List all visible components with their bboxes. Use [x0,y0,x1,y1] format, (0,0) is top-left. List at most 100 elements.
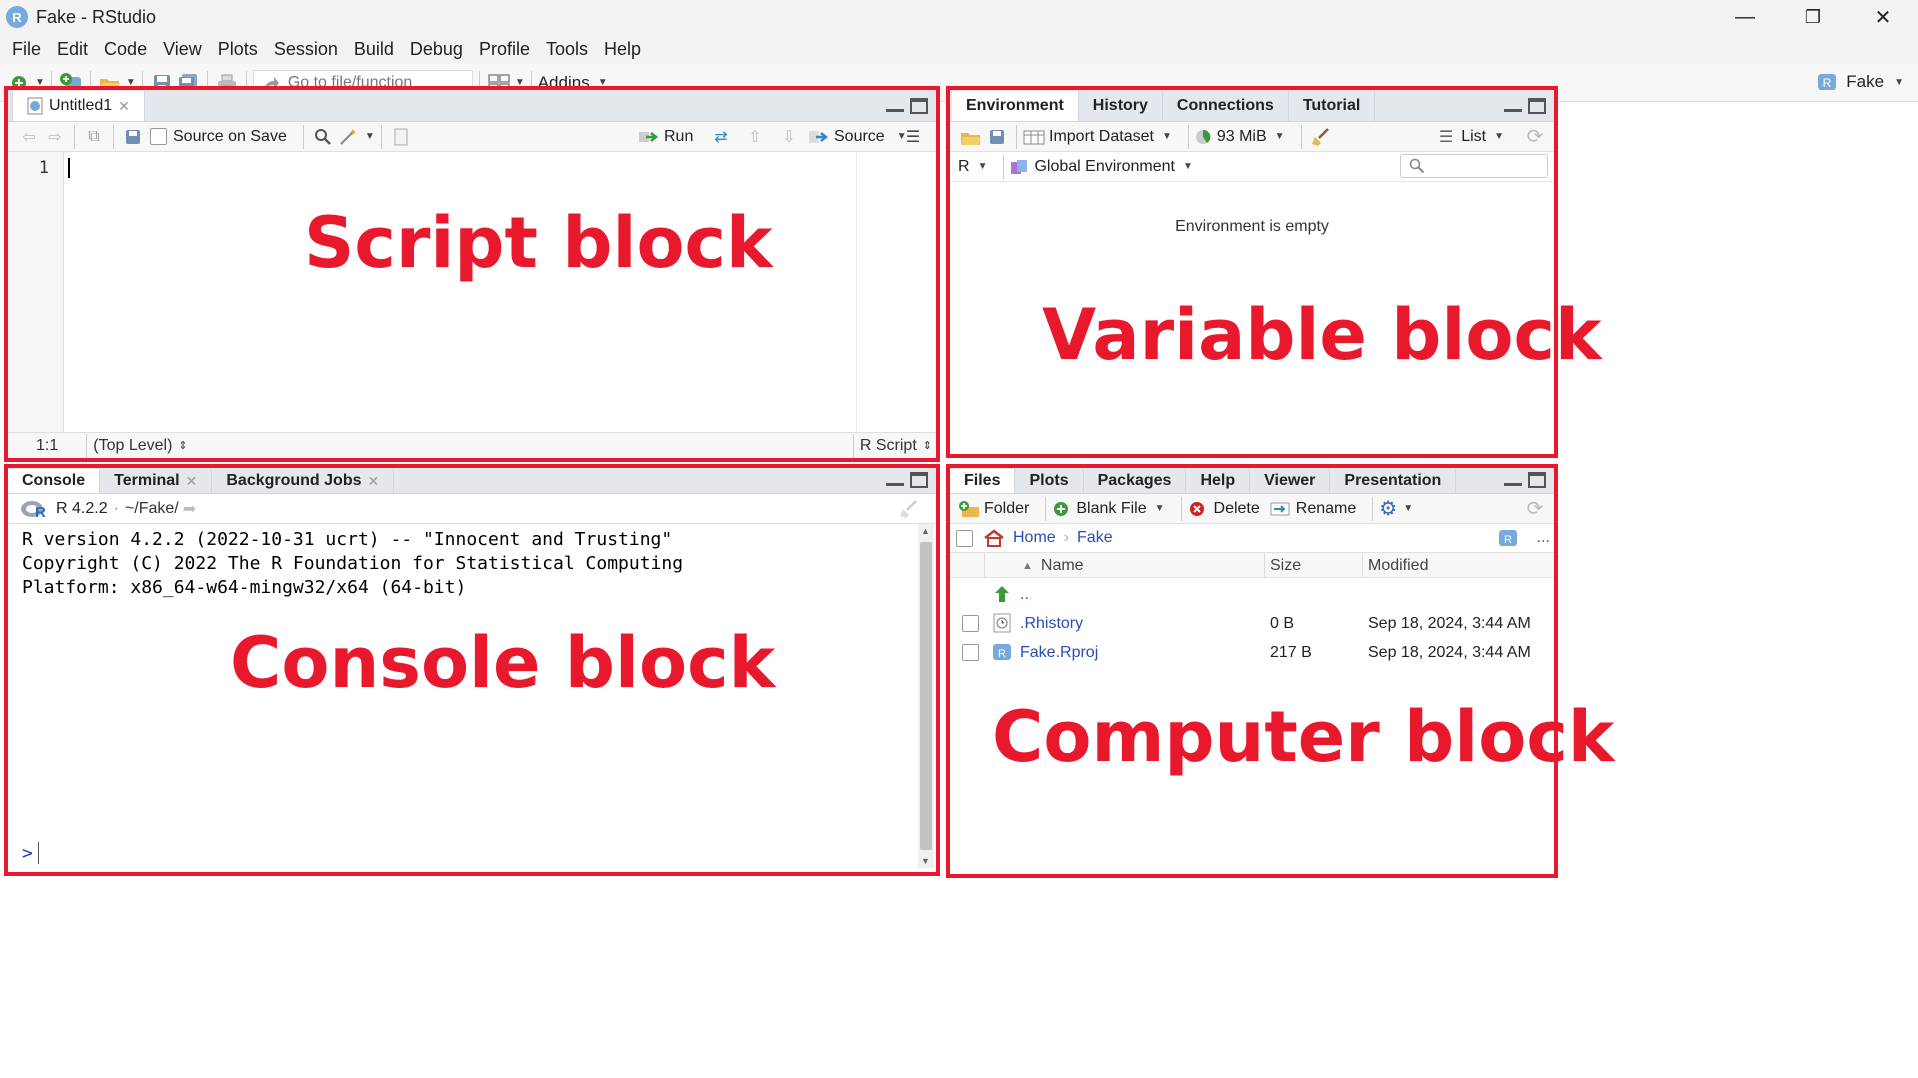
list-view-button[interactable]: ☰ List ▼ [1439,127,1504,147]
new-folder-button[interactable]: Folder [958,500,1029,518]
name-column-header[interactable]: ▲ Name [1022,557,1084,575]
menu-build[interactable]: Build [346,39,402,60]
menu-profile[interactable]: Profile [471,39,538,60]
maximize-pane-icon[interactable] [1528,98,1546,114]
file-name[interactable]: .Rhistory [1020,615,1083,633]
file-name[interactable]: Fake.Rproj [1020,644,1098,662]
select-all-checkbox[interactable] [956,529,973,547]
save-workspace-icon[interactable] [984,124,1010,150]
parent-directory-row[interactable]: .. [950,580,1554,608]
tab-tutorial[interactable]: Tutorial [1289,91,1376,121]
source-button[interactable]: Source ▼ [808,128,907,146]
tab-console[interactable]: Console [8,469,101,493]
code-tools-wand-icon[interactable] [336,124,362,150]
console-scrollbar[interactable]: ▲ ▼ [918,524,934,868]
size-column-header[interactable]: Size [1270,557,1301,575]
search-icon[interactable] [310,124,336,150]
maximize-pane-icon[interactable] [1528,472,1546,488]
table-row[interactable]: R Fake.Rproj 217 B Sep 18, 2024, 3:44 AM [950,639,1554,667]
close-button[interactable]: ✕ [1853,0,1913,34]
refresh-icon[interactable]: ⟳ [1522,124,1548,150]
open-file-dropdown-icon[interactable]: ▼ [126,77,136,88]
tab-presentation[interactable]: Presentation [1330,469,1457,493]
pane-layout-dropdown-icon[interactable]: ▼ [515,77,525,88]
document-outline-icon[interactable]: ☰ [900,124,926,150]
breadcrumb-fake[interactable]: Fake [1077,529,1113,547]
maximize-pane-icon[interactable] [910,98,928,114]
scope-selector[interactable]: (Top Level) ⇕ [93,437,187,455]
menu-debug[interactable]: Debug [402,39,471,60]
close-tab-icon[interactable]: ✕ [118,98,130,115]
menu-file[interactable]: File [4,39,49,60]
rename-button[interactable]: Rename [1270,500,1356,518]
show-in-window-icon[interactable]: ⧉ [81,124,107,150]
run-button[interactable]: Run [638,128,693,146]
environment-search-input[interactable] [1400,154,1548,178]
rerun-icon[interactable]: ⇄ [708,124,734,150]
maximize-pane-icon[interactable] [910,472,928,488]
filetype-label: R Script [859,436,917,454]
memory-usage-button[interactable]: 93 MiB ▼ [1195,128,1285,146]
minimize-pane-icon[interactable] [886,472,904,486]
close-tab-icon[interactable]: ✕ [186,473,198,490]
scroll-down-icon[interactable]: ▼ [921,856,930,866]
go-down-icon[interactable]: ⇩ [776,124,802,150]
load-workspace-icon[interactable] [958,124,984,150]
save-script-icon[interactable] [120,124,146,150]
tab-files[interactable]: Files [950,469,1016,493]
menu-tools[interactable]: Tools [538,39,596,60]
menu-edit[interactable]: Edit [49,39,96,60]
source-on-save-checkbox[interactable] [150,128,167,145]
tab-history[interactable]: History [1079,91,1163,121]
clear-console-broom-icon[interactable] [896,496,922,522]
back-icon[interactable]: ⇦ [16,124,42,150]
tab-background-jobs[interactable]: Background Jobs ✕ [212,469,395,493]
forward-icon[interactable]: ⇨ [42,124,68,150]
tab-terminal[interactable]: Terminal ✕ [100,469,213,493]
menu-session[interactable]: Session [266,39,346,60]
restore-button[interactable]: ❐ [1783,0,1843,34]
filetype-selector[interactable]: R Script ⇕ [847,433,932,458]
code-editor[interactable] [64,152,856,432]
row-checkbox[interactable] [962,615,979,632]
menu-code[interactable]: Code [96,39,155,60]
minimize-pane-icon[interactable] [1504,472,1522,486]
minimize-pane-icon[interactable] [1504,98,1522,112]
menu-help[interactable]: Help [596,39,649,60]
menu-plots[interactable]: Plots [210,39,266,60]
compile-report-icon[interactable] [388,124,414,150]
code-tools-dropdown-icon[interactable]: ▼ [365,131,375,142]
import-dataset-button[interactable]: Import Dataset ▼ [1023,128,1172,146]
tab-packages[interactable]: Packages [1084,469,1187,493]
language-selector[interactable]: R ▼ [958,158,987,176]
console-scrollbar-thumb[interactable] [920,542,932,850]
row-checkbox[interactable] [962,644,979,661]
refresh-icon[interactable]: ⟳ [1522,496,1548,522]
tab-connections[interactable]: Connections [1163,91,1289,121]
close-tab-icon[interactable]: ✕ [368,473,380,490]
more-path-button[interactable]: ... [1537,529,1550,547]
go-to-directory-icon[interactable]: ➦ [183,499,196,519]
breadcrumb-home[interactable]: Home [1013,529,1056,547]
tab-viewer[interactable]: Viewer [1250,469,1331,493]
more-options-button[interactable]: ⚙ ▼ [1379,496,1413,521]
blank-file-button[interactable]: Blank File ▼ [1052,500,1165,518]
clear-broom-icon[interactable] [1308,124,1334,150]
tab-help[interactable]: Help [1186,469,1251,493]
minimize-pane-icon[interactable] [886,98,904,112]
new-file-dropdown-icon[interactable]: ▼ [35,77,45,88]
go-up-icon[interactable]: ⇧ [742,124,768,150]
delete-button[interactable]: Delete [1188,500,1260,518]
tab-environment[interactable]: Environment [952,91,1079,121]
environment-scope-bar: R ▼ Global Environment ▼ [950,152,1554,182]
scroll-up-icon[interactable]: ▲ [921,526,930,536]
project-menu[interactable]: R Fake ▼ [1816,71,1904,93]
table-row[interactable]: .Rhistory 0 B Sep 18, 2024, 3:44 AM [950,610,1554,638]
parent-directory-link[interactable]: .. [1020,586,1029,604]
tab-untitled1[interactable]: Untitled1 ✕ [12,91,145,121]
menu-view[interactable]: View [155,39,210,60]
tab-plots[interactable]: Plots [1015,469,1084,493]
global-environment-selector[interactable]: Global Environment ▼ [1010,158,1193,176]
modified-column-header[interactable]: Modified [1368,557,1428,575]
minimize-button[interactable]: — [1715,0,1775,34]
